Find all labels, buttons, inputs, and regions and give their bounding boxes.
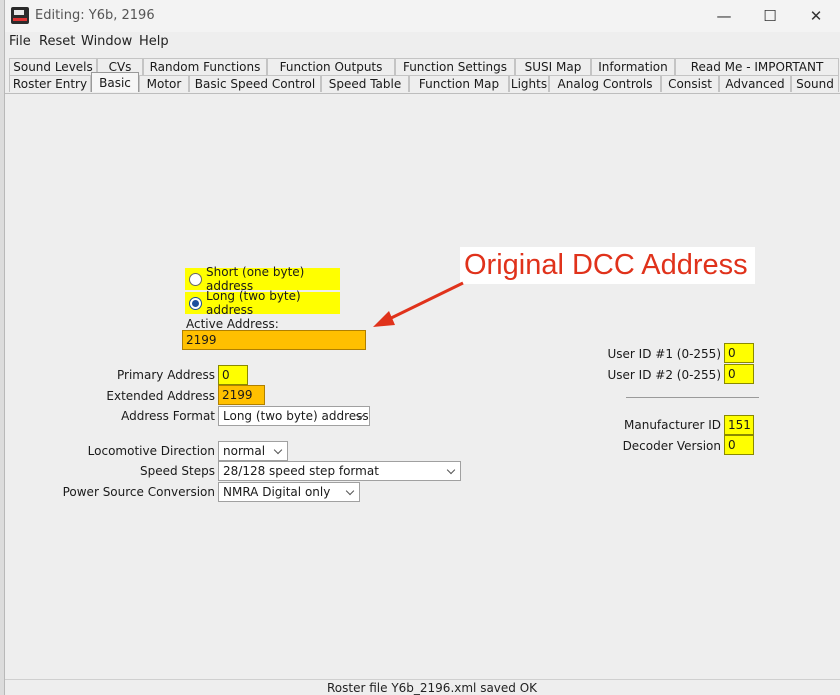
power-source-label: Power Source Conversion bbox=[62, 485, 215, 499]
tab-basic-speed-control[interactable]: Basic Speed Control bbox=[189, 75, 321, 92]
tab-sound-levels[interactable]: Sound Levels bbox=[9, 58, 97, 75]
locomotive-direction-label: Locomotive Direction bbox=[87, 444, 215, 458]
menu-window[interactable]: Window bbox=[81, 34, 132, 49]
tab-function-map[interactable]: Function Map bbox=[409, 75, 509, 92]
short-address-option[interactable]: Short (one byte) address bbox=[185, 265, 340, 293]
tab-bar: Sound Levels CVs Random Functions Functi… bbox=[5, 54, 840, 94]
menu-bar: File Reset Window Help bbox=[5, 32, 840, 52]
tab-read-me[interactable]: Read Me - IMPORTANT bbox=[675, 58, 839, 75]
menu-help[interactable]: Help bbox=[139, 34, 169, 49]
locomotive-direction-value: normal bbox=[223, 444, 266, 458]
menu-reset[interactable]: Reset bbox=[39, 34, 75, 49]
tab-basic[interactable]: Basic bbox=[91, 72, 139, 92]
tab-motor[interactable]: Motor bbox=[139, 75, 189, 92]
speed-steps-select[interactable]: 28/128 speed step format (recommended) bbox=[218, 461, 461, 496]
tab-function-outputs[interactable]: Function Outputs bbox=[267, 58, 395, 75]
power-source-value: NMRA Digital only bbox=[223, 485, 331, 499]
close-button[interactable]: ✕ bbox=[793, 0, 839, 32]
extended-address-label: Extended Address bbox=[106, 389, 215, 403]
short-address-radio[interactable] bbox=[189, 272, 202, 286]
chevron-down-icon bbox=[273, 445, 283, 455]
long-address-radio[interactable] bbox=[189, 296, 202, 310]
tab-sound[interactable]: Sound bbox=[791, 75, 839, 92]
app-icon bbox=[11, 7, 29, 24]
tab-information[interactable]: Information bbox=[591, 58, 675, 75]
window-title: Editing: Y6b, 2196 bbox=[35, 8, 155, 23]
title-bar[interactable]: Editing: Y6b, 2196 — ☐ ✕ bbox=[5, 0, 840, 32]
manufacturer-id-field[interactable]: 151 bbox=[724, 415, 754, 435]
menu-file[interactable]: File bbox=[9, 34, 31, 49]
manufacturer-id-label: Manufacturer ID bbox=[624, 418, 721, 432]
editor-window: Editing: Y6b, 2196 — ☐ ✕ File Reset Wind… bbox=[4, 0, 840, 695]
long-address-label: Long (two byte) address bbox=[206, 289, 301, 317]
status-bar: Roster file Y6b_2196.xml saved OK bbox=[5, 679, 840, 695]
tab-lights[interactable]: Lights bbox=[509, 75, 549, 92]
tab-roster-entry[interactable]: Roster Entry bbox=[9, 75, 91, 92]
active-address-label: Active Address: bbox=[186, 317, 279, 331]
divider bbox=[626, 397, 759, 398]
decoder-version-field[interactable]: 0 bbox=[724, 435, 754, 455]
power-source-select[interactable]: NMRA Digital only bbox=[218, 482, 360, 502]
tab-advanced[interactable]: Advanced bbox=[719, 75, 791, 92]
tab-analog-controls[interactable]: Analog Controls bbox=[549, 75, 661, 92]
annotation-callout: Original DCC Address bbox=[460, 247, 755, 284]
maximize-button[interactable]: ☐ bbox=[747, 0, 793, 32]
user-id-1-label: User ID #1 (0-255) bbox=[607, 347, 722, 361]
address-format-label: Address Format bbox=[121, 409, 215, 423]
tab-susi-map[interactable]: SUSI Map bbox=[515, 58, 591, 75]
long-address-option[interactable]: Long (two byte) address bbox=[185, 289, 340, 317]
tab-consist[interactable]: Consist bbox=[661, 75, 719, 92]
user-id-1-field[interactable]: 0 bbox=[724, 343, 754, 363]
minimize-button[interactable]: — bbox=[701, 0, 747, 32]
locomotive-direction-select[interactable]: normal bbox=[218, 441, 288, 461]
address-format-value: Long (two byte) address bbox=[223, 409, 369, 423]
user-id-2-label: User ID #2 (0-255) bbox=[607, 368, 722, 382]
status-text: Roster file Y6b_2196.xml saved OK bbox=[327, 681, 538, 695]
address-format-select[interactable]: Long (two byte) address bbox=[218, 406, 370, 426]
chevron-down-icon bbox=[446, 465, 456, 475]
tab-random-functions[interactable]: Random Functions bbox=[143, 58, 267, 75]
primary-address-field[interactable]: 0 bbox=[218, 365, 248, 385]
extended-address-field[interactable]: 2199 bbox=[218, 385, 265, 405]
speed-steps-label: Speed Steps bbox=[139, 464, 215, 478]
user-id-2-field[interactable]: 0 bbox=[724, 364, 754, 384]
chevron-down-icon bbox=[345, 486, 355, 496]
active-address-field[interactable]: 2199 bbox=[182, 330, 366, 350]
tab-function-settings[interactable]: Function Settings bbox=[395, 58, 515, 75]
primary-address-label: Primary Address bbox=[117, 368, 215, 382]
decoder-version-label: Decoder Version bbox=[622, 439, 721, 453]
basic-panel bbox=[5, 94, 840, 679]
tab-speed-table[interactable]: Speed Table bbox=[321, 75, 409, 92]
annotation-arrow-icon bbox=[373, 281, 464, 327]
